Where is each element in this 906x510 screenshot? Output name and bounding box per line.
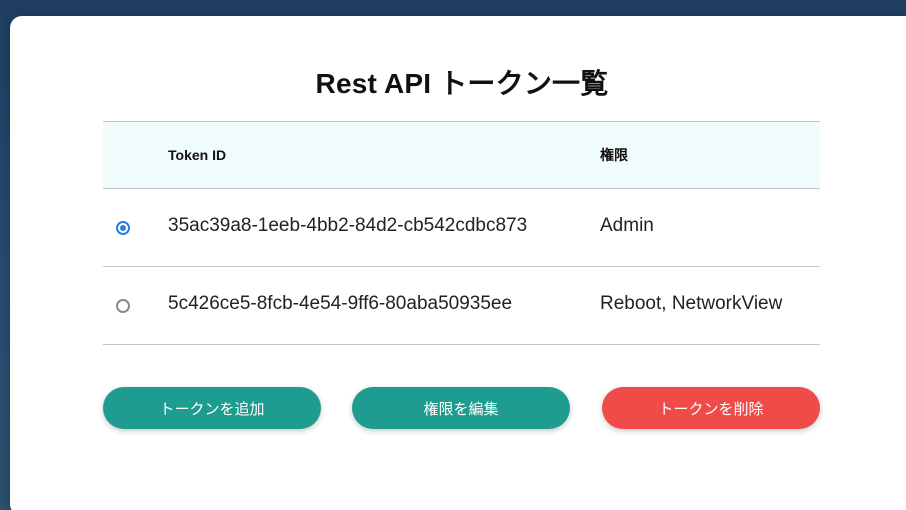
column-header-token-id: Token ID (168, 147, 227, 163)
add-token-button[interactable]: トークンを追加 (103, 387, 321, 429)
permissions-cell: Admin (600, 215, 654, 236)
token-table: Token ID 権限 35ac39a8-1eeb-4bb2-84d2-cb54… (103, 121, 820, 345)
column-header-permissions: 権限 (600, 147, 628, 163)
table-header: Token ID 権限 (103, 121, 820, 189)
edit-permissions-button[interactable]: 権限を編集 (352, 387, 570, 429)
delete-token-button[interactable]: トークンを削除 (602, 387, 820, 429)
row-radio-selected[interactable] (116, 221, 130, 235)
table-row[interactable]: 35ac39a8-1eeb-4bb2-84d2-cb542cdbc873 Adm… (103, 189, 820, 267)
table-row[interactable]: 5c426ce5-8fcb-4e54-9ff6-80aba50935ee Reb… (103, 267, 820, 345)
row-radio[interactable] (116, 299, 130, 313)
page-title: Rest API トークン一覧 (315, 68, 609, 99)
token-id-cell: 5c426ce5-8fcb-4e54-9ff6-80aba50935ee (168, 293, 513, 314)
token-id-cell: 35ac39a8-1eeb-4bb2-84d2-cb542cdbc873 (168, 215, 528, 236)
permissions-cell: Reboot, NetworkView (600, 293, 783, 314)
